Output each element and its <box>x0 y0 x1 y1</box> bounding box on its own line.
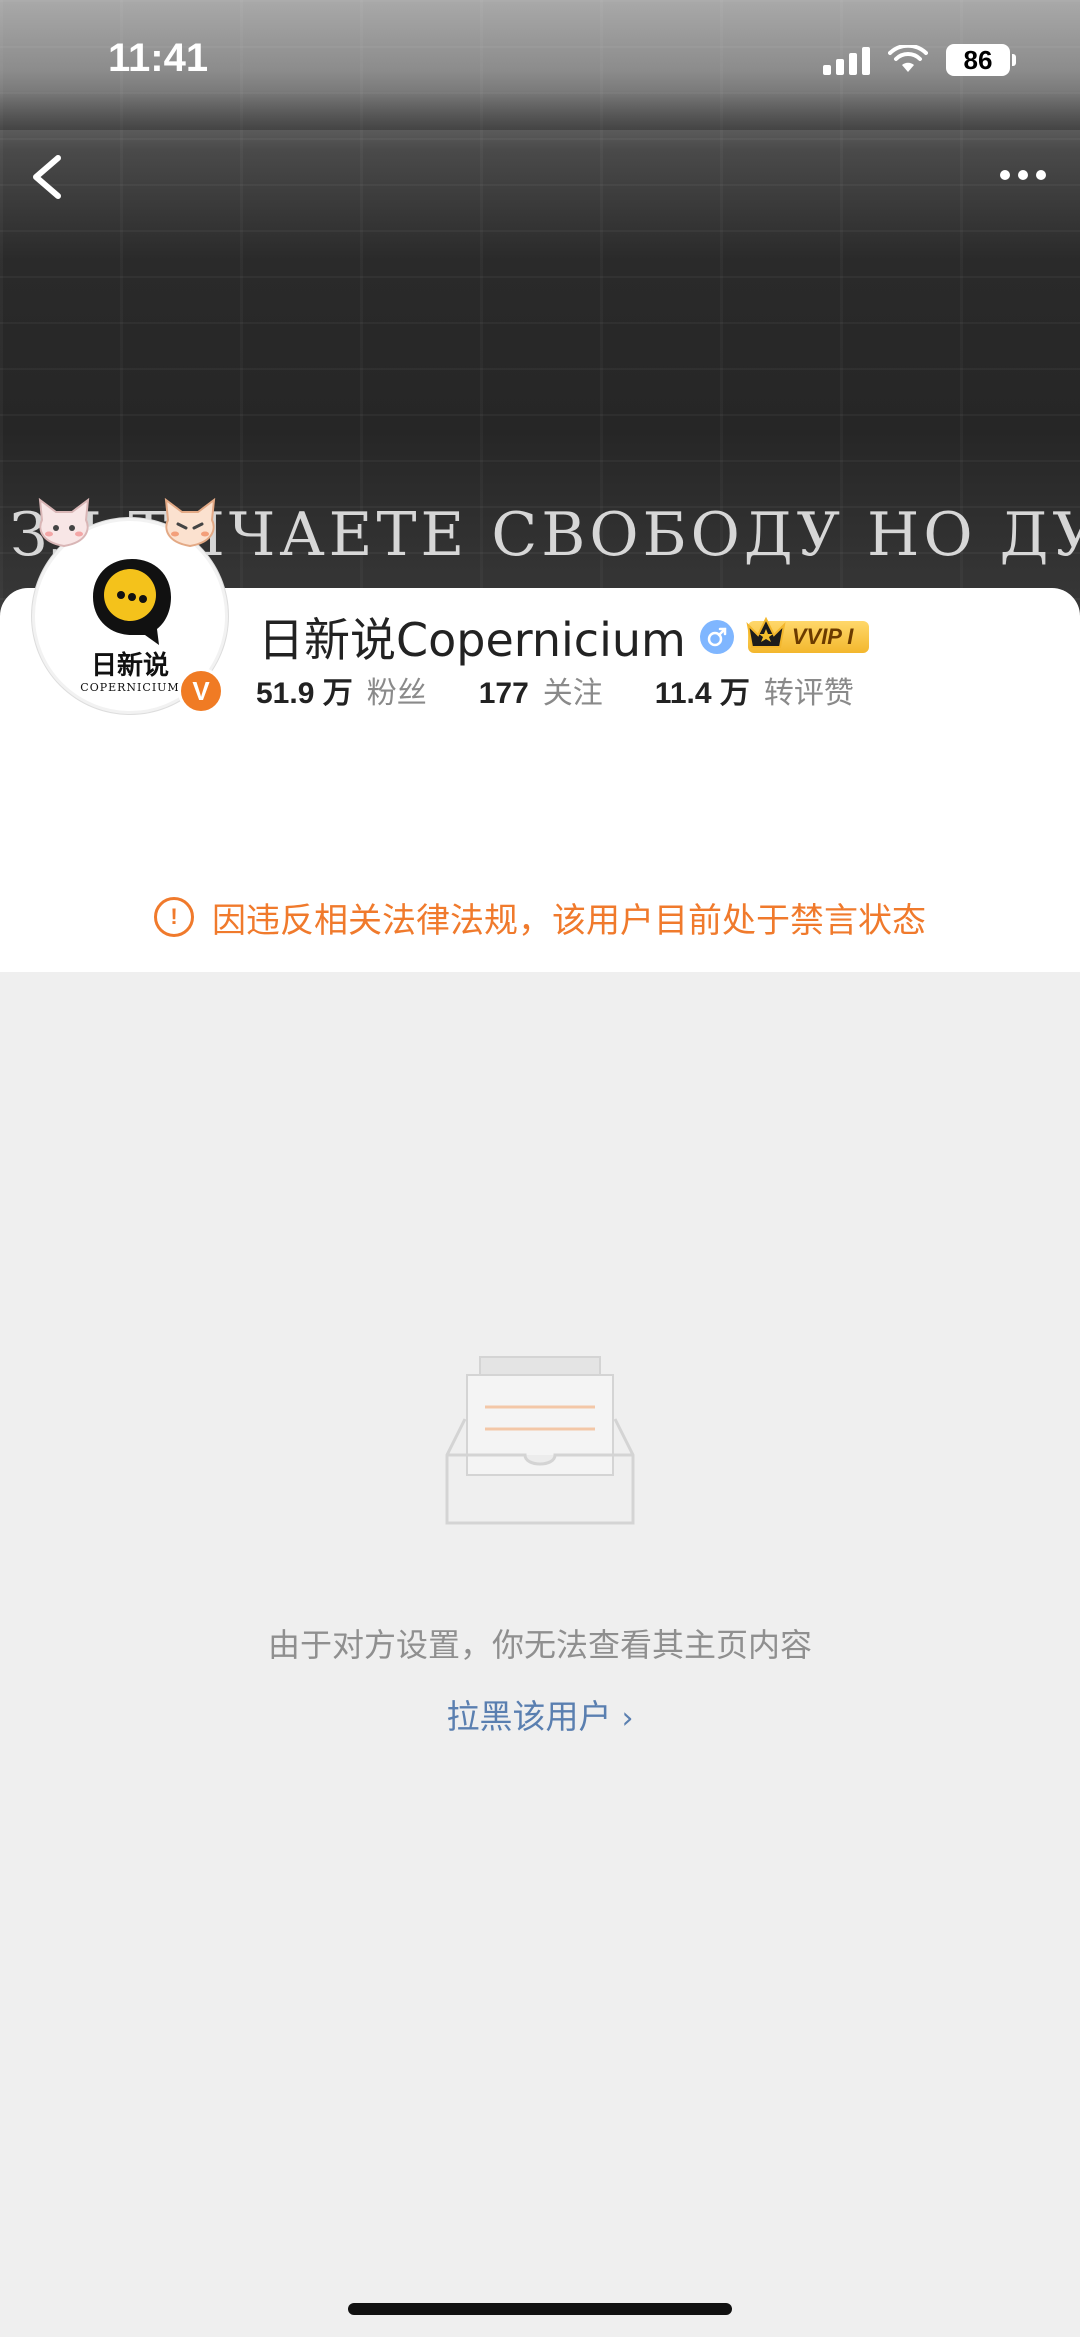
cat-right-decoration-icon <box>164 498 216 548</box>
stat-value: 51.9 万 <box>256 677 353 710</box>
chevron-right-icon: › <box>621 1701 634 1736</box>
stat-following[interactable]: 177 关注 <box>479 668 603 712</box>
empty-state-message: 由于对方设置，你无法查看其主页内容 <box>267 1626 812 1664</box>
ban-notice: ! 因违反相关法律法规，该用户目前处于禁言状态 <box>0 862 1080 972</box>
more-dots-icon <box>1000 170 1046 180</box>
block-user-link[interactable]: 拉黑该用户 › <box>0 1690 1080 1738</box>
block-user-label: 拉黑该用户 <box>446 1697 612 1736</box>
more-button[interactable] <box>988 150 1058 200</box>
ban-notice-text: 因违反相关法律法规，该用户目前处于禁言状态 <box>212 900 926 941</box>
stats-row: 51.9 万 粉丝 177 关注 11.4 万 转评赞 <box>256 668 906 712</box>
warning-icon: ! <box>154 897 194 937</box>
battery-icon: 86 <box>946 44 1016 76</box>
stat-label: 关注 <box>542 676 603 711</box>
vip-label: VVIP I <box>791 624 854 649</box>
male-gender-icon <box>699 620 734 654</box>
stat-value: 11.4 万 <box>654 677 750 710</box>
home-indicator[interactable] <box>348 2303 732 2315</box>
stat-engagements[interactable]: 11.4 万 转评赞 <box>655 668 854 712</box>
profile-name-row: 日新说Copernicium VVIP I <box>258 604 870 670</box>
stat-followers[interactable]: 51.9 万 粉丝 <box>256 668 427 712</box>
status-time: 11:41 <box>108 36 209 80</box>
wifi-icon <box>888 45 928 72</box>
empty-inbox-icon <box>445 1356 635 1525</box>
status-icons: 86 <box>823 40 1016 80</box>
vip-badge[interactable]: VVIP I <box>746 616 870 653</box>
wall-shadow <box>0 90 1080 130</box>
stat-label: 转评赞 <box>763 676 854 711</box>
signal-icon <box>823 45 870 75</box>
chevron-left-icon <box>33 155 61 199</box>
speech-bubble-logo-icon <box>93 559 171 645</box>
back-button[interactable] <box>22 140 72 210</box>
verified-badge: V <box>178 668 224 714</box>
stat-value: 177 <box>478 677 529 710</box>
profile-name: 日新说Copernicium <box>258 613 686 667</box>
avatar[interactable]: 日新说 COPERNICIUM V <box>32 498 228 714</box>
cat-left-decoration-icon <box>38 498 90 548</box>
crown-icon <box>746 616 786 648</box>
stat-label: 粉丝 <box>366 676 427 711</box>
